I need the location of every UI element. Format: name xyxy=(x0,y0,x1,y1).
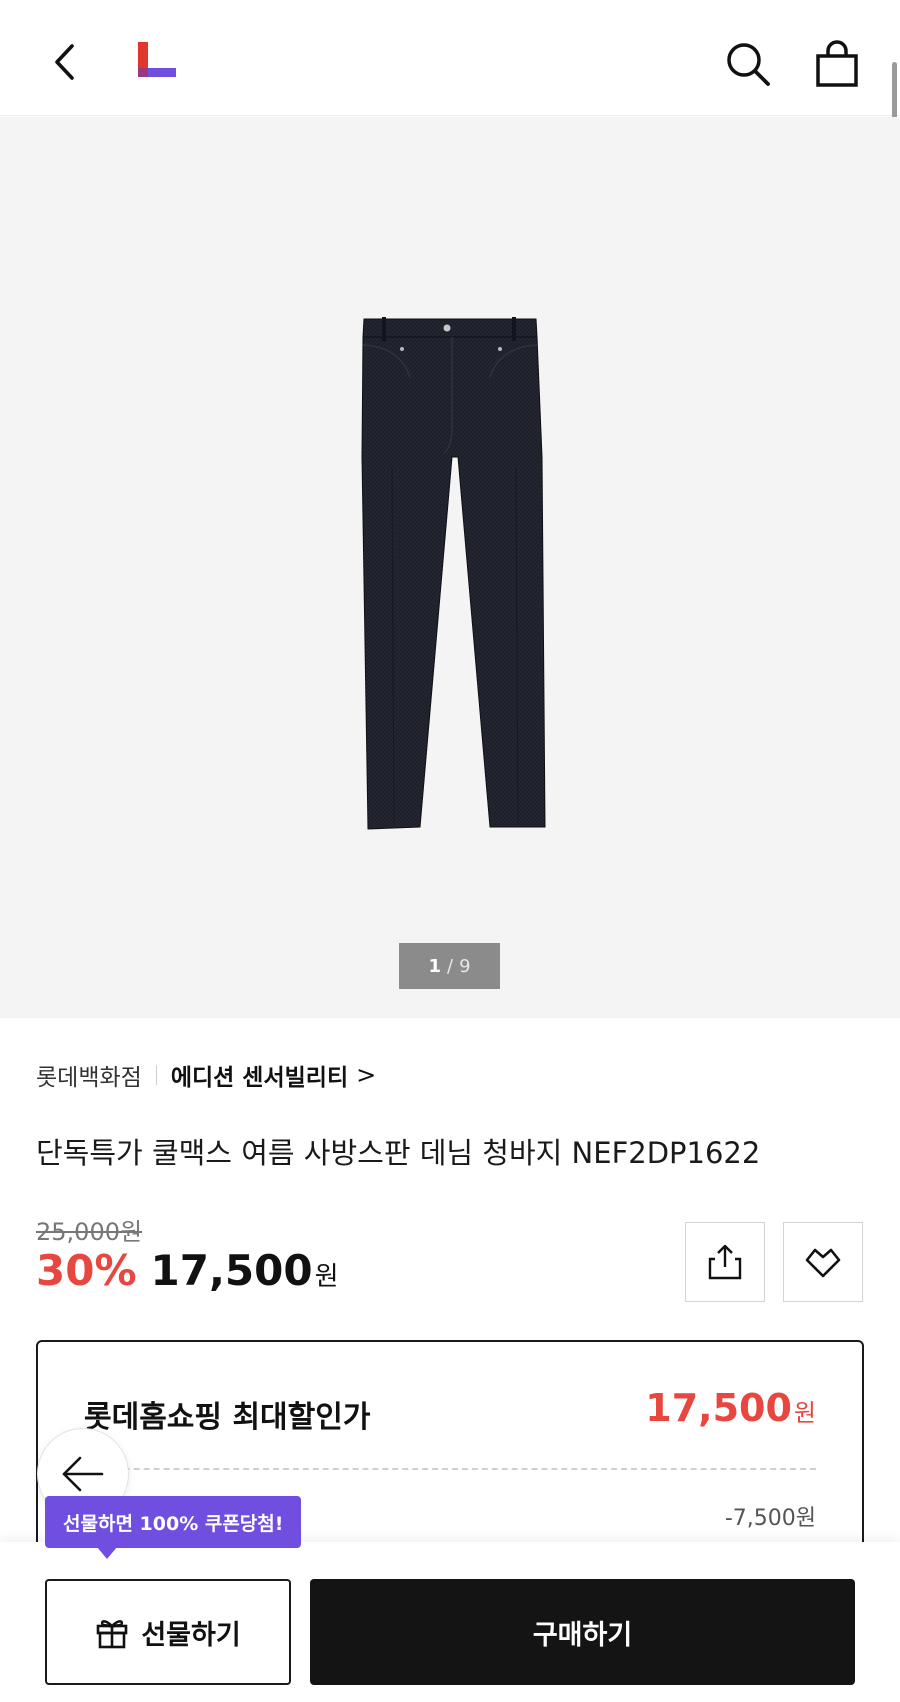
gift-tooltip: 선물하면 100% 쿠폰당첨! xyxy=(45,1496,302,1548)
lotte-logo[interactable] xyxy=(138,42,178,86)
gift-button[interactable]: 선물하기 xyxy=(45,1579,291,1685)
wishlist-button[interactable] xyxy=(783,1222,863,1302)
share-button[interactable] xyxy=(685,1222,765,1302)
sale-price: 17,500 xyxy=(150,1246,313,1295)
brand-link[interactable]: 에디션 센서빌리티 xyxy=(171,1058,348,1092)
arrow-left-icon xyxy=(62,1456,104,1492)
dashed-divider xyxy=(84,1468,816,1470)
gift-tooltip-arrow xyxy=(97,1547,117,1559)
back-button[interactable] xyxy=(44,40,84,84)
brand-divider xyxy=(155,1065,157,1085)
pager-current: 1 xyxy=(428,955,441,977)
max-discount-title: 롯데홈쇼핑 최대할인가 xyxy=(84,1400,371,1435)
top-header xyxy=(0,0,900,116)
cart-button[interactable] xyxy=(814,40,860,88)
lotte-l-logo xyxy=(138,42,176,77)
original-price: 25,000원 xyxy=(36,1218,143,1246)
store-name: 롯데백화점 xyxy=(36,1065,142,1091)
pager-total: 9 xyxy=(459,955,471,977)
search-icon xyxy=(727,43,770,86)
chevron-right-icon[interactable]: > xyxy=(356,1061,376,1089)
gift-icon xyxy=(97,1620,128,1649)
discount-amount: -7,500원 xyxy=(724,1506,816,1531)
pager-separator: / xyxy=(447,955,454,977)
max-discount-amount: 17,500 xyxy=(645,1386,792,1430)
discount-rate: 30% xyxy=(36,1246,137,1295)
gift-button-label: 선물하기 xyxy=(141,1619,241,1651)
shopping-bag-icon xyxy=(816,40,858,87)
product-title: 단독특가 쿨맥스 여름 사방스판 데님 청바지 NEF2DP1622 xyxy=(36,1136,761,1170)
product-image xyxy=(361,317,546,830)
max-discount-unit: 원 xyxy=(793,1399,816,1427)
price-unit: 원 xyxy=(314,1262,339,1292)
product-image-gallery[interactable]: 1 / 9 xyxy=(0,117,900,1018)
max-discount-price: 17,500 원 xyxy=(645,1386,816,1430)
price-row: 30% 17,500 원 xyxy=(36,1246,339,1295)
image-pager: 1 / 9 xyxy=(399,943,500,989)
heart-icon xyxy=(805,1248,841,1278)
chevron-left-icon xyxy=(55,44,74,80)
buy-button[interactable]: 구매하기 xyxy=(310,1579,855,1685)
brand-row: 롯데백화점 에디션 센서빌리티 > xyxy=(36,1058,376,1092)
search-button[interactable] xyxy=(724,40,772,88)
share-icon xyxy=(708,1244,742,1280)
